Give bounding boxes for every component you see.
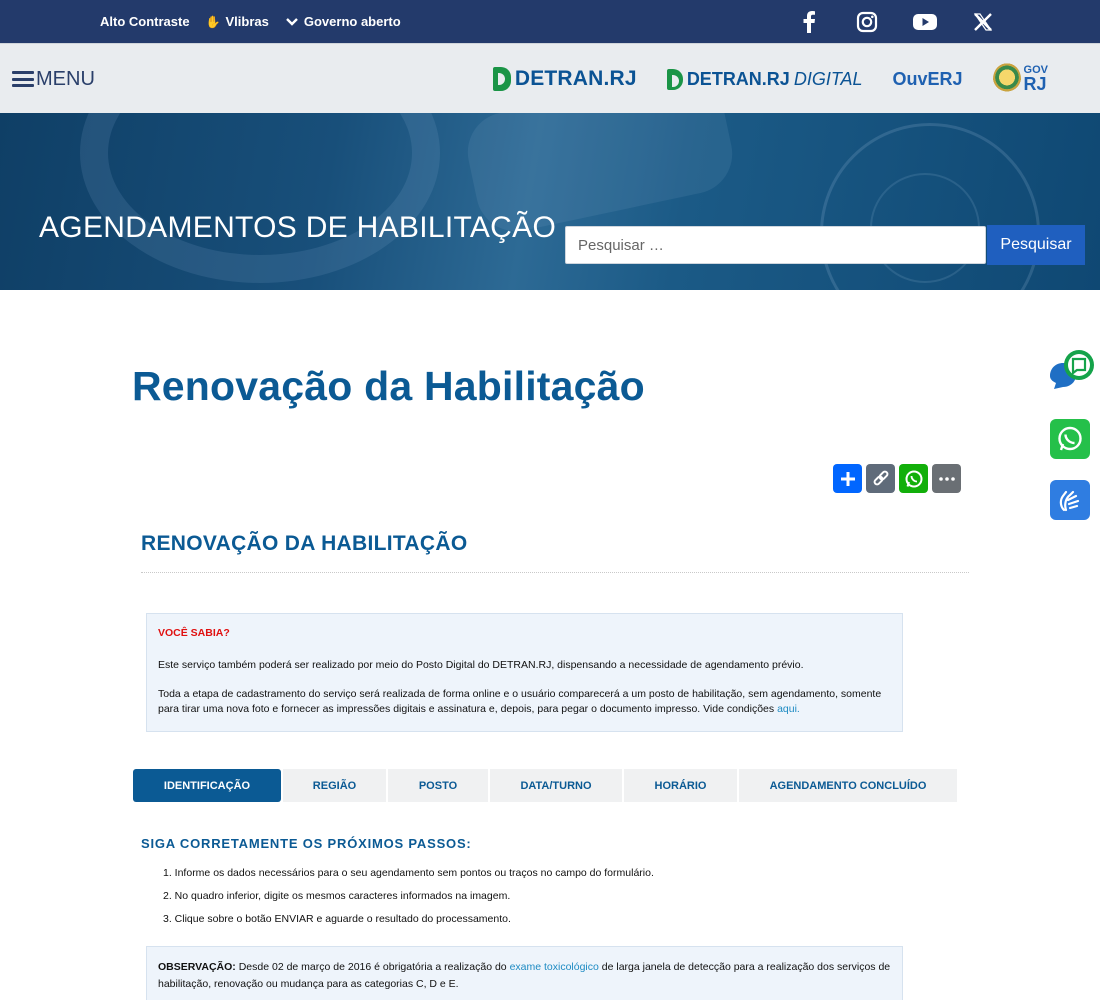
search-form: Pesquisar xyxy=(565,225,1085,265)
sign-language-hands-icon xyxy=(1059,490,1080,512)
high-contrast-link[interactable]: Alto Contraste xyxy=(100,14,190,29)
observation-label: OBSERVAÇÃO: xyxy=(158,961,236,973)
menu-button[interactable]: MENU xyxy=(12,44,95,114)
instagram-icon[interactable] xyxy=(855,10,879,34)
ouverj-logo[interactable]: OuvERJ xyxy=(893,69,963,90)
conditions-link[interactable]: aqui. xyxy=(777,703,800,715)
chat-support-button[interactable] xyxy=(1046,346,1096,392)
did-you-know-box: VOCÊ SABIA? Este serviço também poderá s… xyxy=(146,613,903,732)
section-divider xyxy=(141,572,969,573)
facebook-icon[interactable] xyxy=(797,10,821,34)
vlibras-link[interactable]: ✋ Vlibras xyxy=(206,14,269,29)
steps-title: SIGA CORRETAMENTE OS PRÓXIMOS PASSOS: xyxy=(141,836,472,851)
detran-mark-icon xyxy=(492,67,511,91)
ellipsis-icon xyxy=(938,476,955,481)
gov-topbar: Alto Contraste ✋ Vlibras Governo aberto xyxy=(0,0,1100,43)
whatsapp-float-button[interactable] xyxy=(1050,419,1090,459)
info-paragraph-2: Toda a etapa de cadastramento do serviço… xyxy=(158,687,891,719)
tab-agendamento-concluido[interactable]: AGENDAMENTO CONCLUÍDO xyxy=(739,769,957,802)
topbar-links: Alto Contraste ✋ Vlibras Governo aberto xyxy=(100,0,401,43)
whatsapp-share-button[interactable] xyxy=(899,464,928,493)
ouverj-logo-text: OuvERJ xyxy=(892,68,963,89)
observation-box: OBSERVAÇÃO: Desde 02 de março de 2016 é … xyxy=(146,946,903,1000)
tab-data-turno[interactable]: DATA/TURNO xyxy=(490,769,622,802)
vlibras-label: Vlibras xyxy=(225,14,269,29)
social-links xyxy=(797,0,995,43)
hero-banner: AGENDAMENTOS DE HABILITAÇÃO Pesquisar xyxy=(0,113,1100,290)
steps-list: 1. Informe os dados necessários para o s… xyxy=(163,867,654,936)
section-title: RENOVAÇÃO DA HABILITAÇÃO xyxy=(141,532,468,555)
booking-steps-tabs: IDENTIFICAÇÃO REGIÃO POSTO DATA/TURNO HORÁRI… xyxy=(133,769,957,802)
share-buttons xyxy=(833,464,961,493)
did-you-know-heading: VOCÊ SABIA? xyxy=(158,627,230,639)
step-item: 2. No quadro inferior, digite os mesmos … xyxy=(163,890,511,902)
search-input[interactable] xyxy=(565,226,986,264)
info-paragraph-2-text: Toda a etapa de cadastramento do serviço… xyxy=(158,687,882,716)
steering-wheel-image xyxy=(80,113,440,283)
gov-rj-logo[interactable]: GOV RJ xyxy=(992,63,1048,95)
chat-bubbles-icon xyxy=(1050,350,1094,389)
tab-identificacao[interactable]: IDENTIFICAÇÃO xyxy=(133,769,281,802)
hamburger-icon xyxy=(12,71,34,87)
menu-label: MENU xyxy=(36,67,95,90)
tab-posto[interactable]: POSTO xyxy=(388,769,488,802)
plus-icon xyxy=(840,471,855,486)
libras-accessibility-button[interactable] xyxy=(1050,480,1090,520)
tab-horario[interactable]: HORÁRIO xyxy=(624,769,737,802)
header-logos: DETRAN.RJ DETRAN.RJ DIGITAL OuvERJ GOV RJ xyxy=(492,44,1048,114)
detran-logo-text: DETRAN.RJ xyxy=(514,67,637,90)
hands-icon: ✋ xyxy=(205,14,221,29)
gov-rj-bottom-text: RJ xyxy=(1023,73,1047,94)
whatsapp-icon xyxy=(905,470,922,487)
detran-digital-italic-text: DIGITAL xyxy=(793,68,863,89)
chevron-down-icon xyxy=(286,17,298,26)
high-contrast-label: Alto Contraste xyxy=(100,14,190,29)
whatsapp-icon xyxy=(1058,426,1082,451)
gov-open-link[interactable]: Governo aberto xyxy=(285,14,401,29)
detran-digital-bold-text: DETRAN.RJ xyxy=(686,68,790,89)
share-plus-button[interactable] xyxy=(833,464,862,493)
detran-logo[interactable]: DETRAN.RJ xyxy=(492,67,637,91)
site-header: MENU DETRAN.RJ DETRAN.RJ DIGITAL OuvERJ G… xyxy=(0,43,1100,113)
info-paragraph-1: Este serviço também poderá ser realizado… xyxy=(158,658,804,671)
copy-link-button[interactable] xyxy=(866,464,895,493)
detran-digital-mark-icon xyxy=(666,68,683,90)
step-item: 3. Clique sobre o botão ENVIAR e aguarde… xyxy=(163,913,511,925)
observation-text-before: Desde 02 de março de 2016 é obrigatória … xyxy=(235,961,510,973)
link-icon xyxy=(873,470,888,485)
x-icon[interactable] xyxy=(971,10,995,34)
page-title: Renovação da Habilitação xyxy=(132,363,645,409)
gov-open-label: Governo aberto xyxy=(303,14,401,29)
detran-digital-logo[interactable]: DETRAN.RJ DIGITAL xyxy=(666,68,863,90)
tab-regiao[interactable]: REGIÃO xyxy=(283,769,386,802)
toxicology-exam-link[interactable]: exame toxicológico xyxy=(510,961,599,973)
banner-title: AGENDAMENTOS DE HABILITAÇÃO xyxy=(39,211,557,244)
more-share-button[interactable] xyxy=(932,464,961,493)
rj-seal-icon xyxy=(992,63,1021,95)
step-item: 1. Informe os dados necessários para o s… xyxy=(163,867,654,879)
gov-rj-text: GOV RJ xyxy=(1023,64,1048,94)
search-button[interactable]: Pesquisar xyxy=(987,225,1085,265)
youtube-icon[interactable] xyxy=(913,10,937,34)
